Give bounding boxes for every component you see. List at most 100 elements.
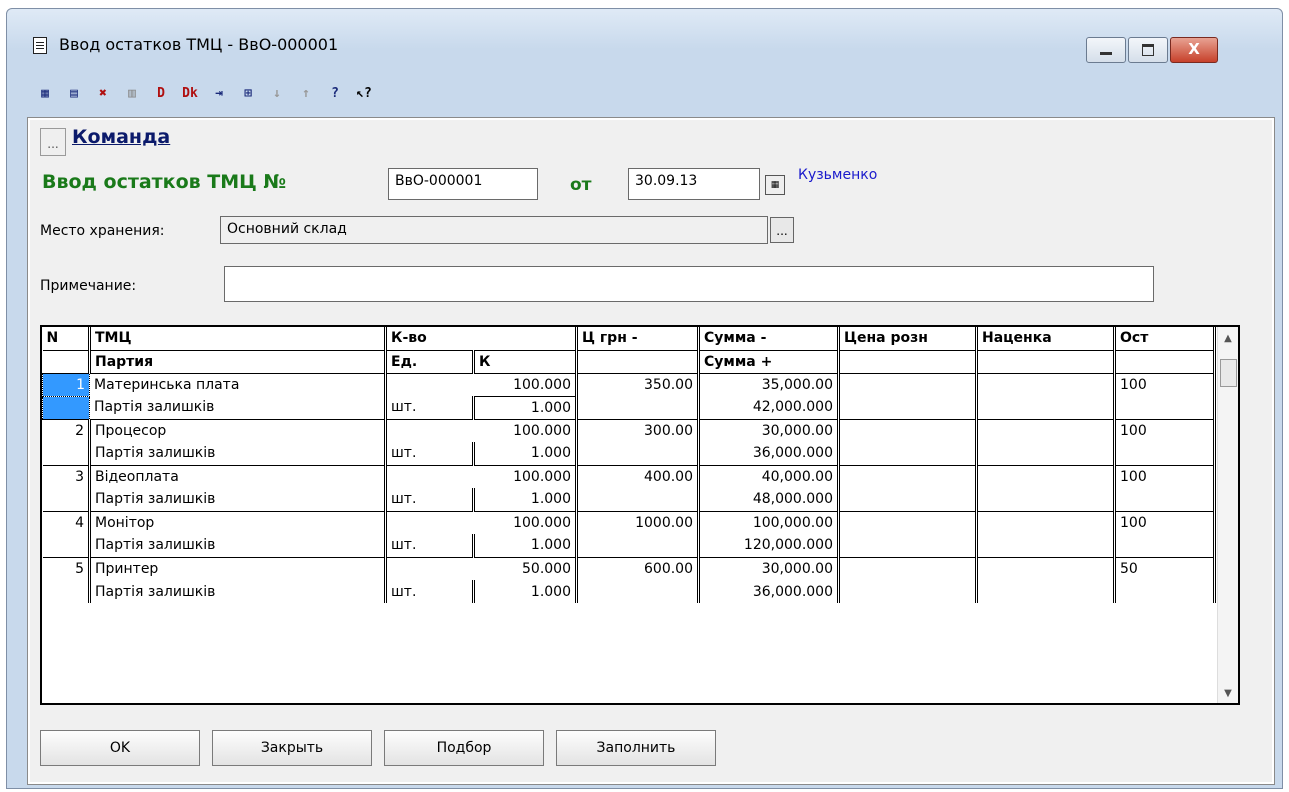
calendar-icon[interactable]: ▦ <box>765 175 785 195</box>
row-number[interactable]: 3 <box>42 464 91 488</box>
sum-cell[interactable]: 30,000.00 <box>698 556 840 580</box>
maximize-button[interactable] <box>1128 37 1168 63</box>
table-row[interactable]: 1 Материнська плата 100.000 350.00 35,00… <box>42 372 1216 397</box>
note-field[interactable] <box>224 266 1154 302</box>
command-link[interactable]: Команда <box>72 126 170 148</box>
k-cell[interactable]: 1.000 <box>473 442 578 465</box>
table-subrow[interactable]: Партія залишків шт. 1.000 120,000.000 <box>42 534 1216 557</box>
table-subrow[interactable]: Партія залишків шт. 1.000 48,000.000 <box>42 488 1216 511</box>
move-icon[interactable]: ⇥ <box>209 84 229 104</box>
scroll-up-icon[interactable]: ▲ <box>1218 333 1238 344</box>
table-subrow[interactable]: Партія залишків шт. 1.000 36,000.000 <box>42 442 1216 465</box>
table-subrow[interactable]: Партія залишків шт. 1.000 36,000.000 <box>42 580 1216 603</box>
table-row[interactable]: 3 Відеоплата 100.000 400.00 40,000.00 10… <box>42 464 1216 488</box>
item-name[interactable]: Відеоплата <box>89 464 387 488</box>
markup-cell[interactable] <box>976 464 1116 488</box>
party-cell[interactable]: Партія залишків <box>89 534 387 557</box>
price-cell[interactable]: 600.00 <box>576 556 700 580</box>
col-n[interactable]: N <box>42 327 91 351</box>
items-table[interactable]: N ТМЦ К-во Ц грн - Сумма - Цена розн Нац… <box>40 325 1240 705</box>
price-cell[interactable]: 300.00 <box>576 418 700 442</box>
item-name[interactable]: Материнська плата <box>89 372 387 396</box>
new-row-icon[interactable]: ▦ <box>35 84 55 104</box>
k-cell[interactable]: 1.000 <box>473 534 578 557</box>
price-cell[interactable]: 1000.00 <box>576 510 700 534</box>
unit-cell[interactable]: шт. <box>385 488 475 511</box>
add-row-icon[interactable]: ▤ <box>64 84 84 104</box>
minimize-button[interactable] <box>1086 37 1126 63</box>
sum-plus-cell[interactable]: 36,000.000 <box>698 580 840 603</box>
party-cell[interactable]: Партія залишків <box>89 442 387 465</box>
retail-cell[interactable] <box>838 372 978 396</box>
table-row[interactable]: 5 Принтер 50.000 600.00 30,000.00 50 <box>42 556 1216 580</box>
sum-plus-cell[interactable]: 120,000.000 <box>698 534 840 557</box>
copy-row-icon[interactable]: ▥ <box>122 84 142 104</box>
item-name[interactable]: Принтер <box>89 556 387 580</box>
party-cell[interactable]: Партія залишків <box>89 396 387 419</box>
scroll-thumb[interactable] <box>1220 359 1237 387</box>
doc-number-field[interactable]: ВвО-000001 <box>388 168 538 200</box>
k-cell[interactable]: 1.000 <box>473 395 578 419</box>
price-cell[interactable]: 400.00 <box>576 464 700 488</box>
col-retail[interactable]: Цена розн <box>838 327 978 351</box>
table-row[interactable]: 2 Процесор 100.000 300.00 30,000.00 100 <box>42 418 1216 442</box>
unit-cell[interactable]: шт. <box>385 396 475 419</box>
debit-icon[interactable]: D <box>151 84 171 104</box>
retail-cell[interactable] <box>838 556 978 580</box>
table-subrow[interactable]: Партія залишків шт. 1.000 42,000.000 <box>42 395 1216 419</box>
qty-cell[interactable]: 100.000 <box>385 372 578 396</box>
close-window-button[interactable]: X <box>1170 37 1218 63</box>
col-party[interactable]: Партия <box>89 350 387 374</box>
col-unit[interactable]: Ед. <box>385 350 475 374</box>
col-k[interactable]: К <box>473 350 578 374</box>
unit-cell[interactable]: шт. <box>385 442 475 465</box>
rest-cell[interactable]: 100 <box>1114 510 1216 534</box>
row-number[interactable]: 4 <box>42 510 91 534</box>
markup-cell[interactable] <box>976 372 1116 396</box>
sum-cell[interactable]: 30,000.00 <box>698 418 840 442</box>
party-cell[interactable]: Партія залишків <box>89 580 387 603</box>
whats-this-icon[interactable]: ↖? <box>354 84 374 104</box>
markup-cell[interactable] <box>976 510 1116 534</box>
col-rest[interactable]: Ост <box>1114 327 1216 351</box>
sort-za-icon[interactable]: ↑ <box>296 84 316 104</box>
sum-cell[interactable]: 35,000.00 <box>698 372 840 396</box>
sum-cell[interactable]: 100,000.00 <box>698 510 840 534</box>
scroll-down-icon[interactable]: ▼ <box>1218 688 1238 699</box>
unit-cell[interactable]: шт. <box>385 580 475 603</box>
fill-button[interactable]: Заполнить <box>556 730 716 766</box>
table-scrollbar[interactable]: ▲ ▼ <box>1217 327 1238 703</box>
retail-cell[interactable] <box>838 418 978 442</box>
col-sum[interactable]: Сумма - <box>698 327 840 351</box>
sum-cell[interactable]: 40,000.00 <box>698 464 840 488</box>
rest-cell[interactable]: 50 <box>1114 556 1216 580</box>
col-qty[interactable]: К-во <box>385 327 578 351</box>
delete-row-icon[interactable]: ✖ <box>93 84 113 104</box>
sort-az-icon[interactable]: ↓ <box>267 84 287 104</box>
insert-icon[interactable]: ⊞ <box>238 84 258 104</box>
sum-plus-cell[interactable]: 36,000.000 <box>698 442 840 465</box>
k-cell[interactable]: 1.000 <box>473 580 578 603</box>
rest-cell[interactable]: 100 <box>1114 418 1216 442</box>
col-item[interactable]: ТМЦ <box>89 327 387 351</box>
storage-select-button[interactable]: ... <box>770 217 794 243</box>
item-name[interactable]: Процесор <box>89 418 387 442</box>
qty-cell[interactable]: 50.000 <box>385 556 578 580</box>
pick-button[interactable]: Подбор <box>384 730 544 766</box>
credit-icon[interactable]: Dk <box>180 84 200 104</box>
col-sum-plus[interactable]: Сумма + <box>698 350 840 374</box>
help-icon[interactable]: ? <box>325 84 345 104</box>
retail-cell[interactable] <box>838 510 978 534</box>
row-number[interactable]: 1 <box>42 372 90 397</box>
table-row[interactable]: 4 Монітор 100.000 1000.00 100,000.00 100 <box>42 510 1216 534</box>
qty-cell[interactable]: 100.000 <box>385 510 578 534</box>
qty-cell[interactable]: 100.000 <box>385 418 578 442</box>
close-button[interactable]: Закрыть <box>212 730 372 766</box>
col-markup[interactable]: Наценка <box>976 327 1116 351</box>
party-cell[interactable]: Партія залишків <box>89 488 387 511</box>
retail-cell[interactable] <box>838 464 978 488</box>
row-number[interactable]: 2 <box>42 418 91 442</box>
ok-button[interactable]: OK <box>40 730 200 766</box>
k-cell[interactable]: 1.000 <box>473 488 578 511</box>
date-field[interactable]: 30.09.13 <box>628 168 760 200</box>
